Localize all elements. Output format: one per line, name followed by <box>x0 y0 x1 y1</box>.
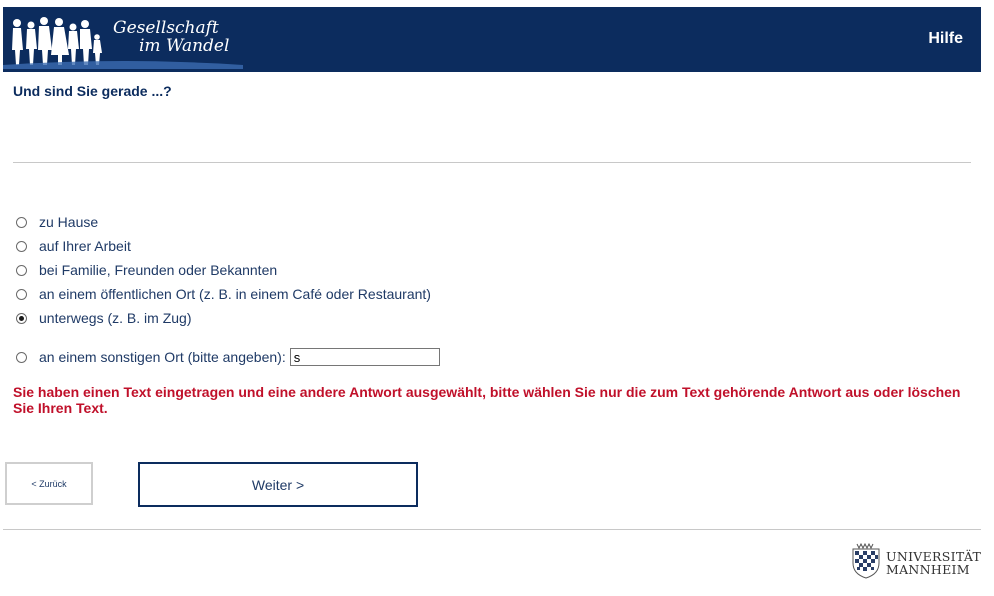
radio-button[interactable] <box>16 216 27 228</box>
option-label[interactable]: an einem sonstigen Ort (bitte angeben): <box>39 349 286 365</box>
question-title: Und sind Sie gerade ...? <box>13 83 172 99</box>
option-zu-hause[interactable]: zu Hause <box>16 213 98 231</box>
divider <box>13 162 971 163</box>
help-link[interactable]: Hilfe <box>928 30 963 48</box>
option-arbeit[interactable]: auf Ihrer Arbeit <box>16 237 131 255</box>
radio-button-selected[interactable] <box>16 312 27 324</box>
university-name: UNIVERSITÄT MANNHEIM <box>886 550 981 576</box>
logo-line-1: Gesellschaft <box>113 18 219 38</box>
radio-button[interactable] <box>16 240 27 252</box>
next-button[interactable]: Weiter > <box>138 462 418 507</box>
option-sonstiger-ort[interactable]: an einem sonstigen Ort (bitte angeben): <box>16 348 440 366</box>
footer-divider <box>3 529 981 530</box>
university-name-line-2: MANNHEIM <box>886 562 970 577</box>
error-message: Sie haben einen Text eingetragen und ein… <box>13 384 961 416</box>
logo-line-2: im Wandel <box>139 36 230 56</box>
option-familie[interactable]: bei Familie, Freunden oder Bekannten <box>16 261 277 279</box>
option-label[interactable]: bei Familie, Freunden oder Bekannten <box>39 262 277 278</box>
option-label[interactable]: an einem öffentlichen Ort (z. B. in eine… <box>39 286 431 302</box>
option-oeffentlicher-ort[interactable]: an einem öffentlichen Ort (z. B. in eine… <box>16 285 431 303</box>
logo-swoosh-decoration <box>3 61 243 69</box>
back-button[interactable]: < Zurück <box>5 462 93 505</box>
header-bar: Gesellschaft im Wandel Hilfe <box>3 7 981 72</box>
radio-button[interactable] <box>16 288 27 300</box>
university-crest-icon <box>852 543 880 579</box>
radio-button[interactable] <box>16 351 27 363</box>
logo-text: Gesellschaft im Wandel <box>113 19 229 55</box>
radio-button[interactable] <box>16 264 27 276</box>
option-unterwegs[interactable]: unterwegs (z. B. im Zug) <box>16 309 192 327</box>
option-label[interactable]: auf Ihrer Arbeit <box>39 238 131 254</box>
option-label[interactable]: unterwegs (z. B. im Zug) <box>39 310 192 326</box>
option-label[interactable]: zu Hause <box>39 214 98 230</box>
other-location-input[interactable] <box>289 348 440 366</box>
university-logo: UNIVERSITÄT MANNHEIM <box>849 543 984 581</box>
